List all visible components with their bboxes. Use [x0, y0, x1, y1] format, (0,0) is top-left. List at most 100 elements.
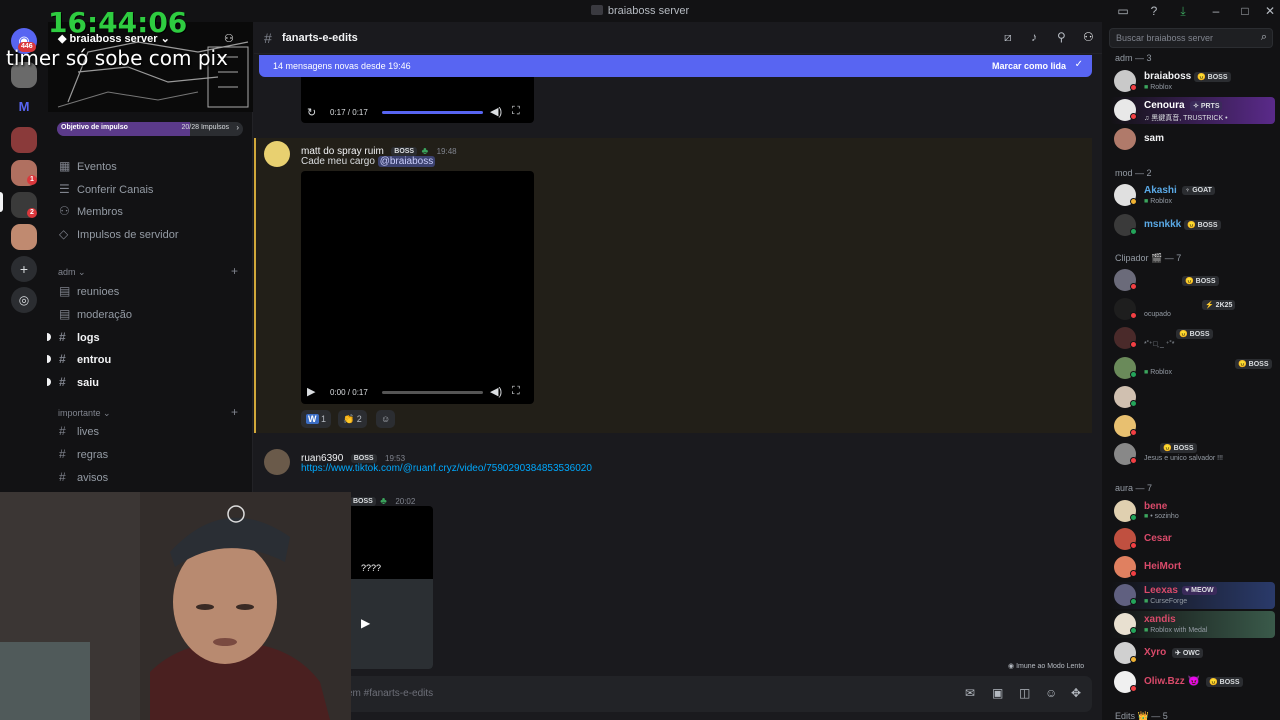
server-icon-m[interactable]: M — [11, 94, 37, 120]
mark-read-button[interactable]: Marcar como lida — [992, 61, 1066, 71]
avatar[interactable] — [264, 141, 290, 167]
video-player[interactable]: ▶ 0:00 / 0:17 ◀) ⛶ — [301, 171, 534, 404]
activity-label: • sozinho — [1150, 513, 1179, 520]
minimize-icon[interactable]: – — [1209, 4, 1223, 18]
title-bar: braiaboss server ▭ ? ⤓ – □ ✕ — [0, 0, 1280, 22]
category-adm[interactable]: adm ⌄ — [58, 267, 86, 278]
inbox-icon[interactable]: ▭ — [1116, 4, 1130, 18]
member-name[interactable]: msnkkk — [1144, 219, 1181, 230]
channel-saiu[interactable]: # saiu — [59, 374, 99, 390]
slowmode-note: ◉ Imune ao Modo Lento — [1008, 662, 1084, 670]
forum-icon: ▤ — [59, 284, 71, 298]
sidebar-item-members[interactable]: ⚇ Membros — [59, 203, 123, 219]
channel-lives[interactable]: # lives — [59, 423, 99, 439]
status-indicator — [1130, 228, 1137, 235]
fullscreen-icon[interactable]: ⛶ — [512, 105, 520, 118]
mention[interactable]: @braiaboss — [377, 156, 436, 167]
threads-icon[interactable]: ⧄ — [1004, 30, 1012, 45]
video-time: 0:00 / 0:17 — [330, 388, 368, 397]
gif-icon[interactable]: ▣ — [992, 686, 1003, 700]
volume-icon[interactable]: ◀) — [490, 105, 502, 118]
role-tag-label: BOSS — [1173, 445, 1194, 452]
play-icon[interactable]: ▶ — [361, 616, 370, 630]
avatar[interactable] — [264, 449, 290, 475]
member-name[interactable]: Leexas — [1144, 585, 1178, 596]
window-title: braiaboss server — [607, 5, 690, 17]
play-icon[interactable]: ▶ — [307, 385, 315, 398]
add-server-icon[interactable]: + — [11, 256, 37, 282]
discover-icon[interactable]: ◎ — [11, 287, 37, 313]
sidebar-item-browse-channels[interactable]: ☰ Conferir Canais — [59, 181, 153, 197]
channel-logs[interactable]: # logs — [59, 329, 100, 345]
message-body: Cade meu cargo — [301, 156, 378, 167]
member-name[interactable]: Oliw.Bzz 😈 — [1144, 676, 1200, 687]
member-name[interactable]: sam — [1144, 133, 1164, 144]
member-name[interactable]: xandis — [1144, 614, 1176, 625]
close-icon[interactable]: ✕ — [1263, 4, 1277, 18]
member-name[interactable]: Xyro — [1144, 647, 1166, 658]
video-progress[interactable] — [382, 111, 483, 114]
member-name[interactable]: braiaboss — [1144, 71, 1191, 82]
message-input[interactable]: em #fanarts-e-edits — [347, 688, 433, 699]
member-name[interactable]: Cenoura — [1144, 100, 1185, 111]
volume-icon[interactable]: ◀) — [490, 385, 502, 398]
help-icon[interactable]: ? — [1147, 4, 1161, 18]
download-icon[interactable]: ⤓ — [1176, 4, 1190, 18]
hash-icon: # — [59, 447, 66, 461]
channel-label: entrou — [77, 354, 112, 366]
channel-reunioes[interactable]: ▤ reunioes — [59, 283, 119, 299]
video-player[interactable]: ↻ 0:17 / 0:17 ◀) ⛶ — [301, 77, 534, 123]
role-tag-label: GOAT — [1192, 187, 1212, 194]
member-name[interactable]: HeiMort — [1144, 561, 1181, 572]
avatar[interactable] — [1114, 128, 1136, 150]
activity-label: Roblox — [1150, 369, 1172, 376]
webcam-feed — [0, 492, 351, 720]
member-group-title: Edits 👑 — 5 — [1115, 711, 1168, 720]
channel-avisos[interactable]: # avisos — [59, 469, 108, 485]
boost-goal-bar[interactable]: Objetivo de impulso 20/28 Impulsos › — [57, 122, 243, 136]
message-composer[interactable]: em #fanarts-e-edits ✉ ▣ ◫ ☺ ✥ — [259, 676, 1092, 712]
hash-icon: # — [59, 424, 66, 438]
replay-icon[interactable]: ↻ — [307, 106, 316, 119]
member-activity: ■ CurseForge — [1144, 598, 1187, 605]
channel-entrou[interactable]: # entrou — [59, 351, 111, 367]
role-tag-label: MEOW — [1191, 587, 1214, 594]
reaction-emoji: W — [306, 414, 319, 424]
status-indicator — [1130, 514, 1137, 521]
gift-icon[interactable]: ✉ — [965, 686, 975, 700]
channel-moderacao[interactable]: ▤ moderação — [59, 306, 132, 322]
member-name[interactable]: bene — [1144, 501, 1167, 512]
bell-icon[interactable]: ♪ — [1031, 30, 1037, 44]
sidebar-item-events[interactable]: ▦ Eventos — [59, 158, 117, 174]
add-channel-icon[interactable]: + — [231, 405, 238, 419]
sidebar-item-boosts[interactable]: ◇ Impulsos de servidor — [59, 226, 179, 242]
status-indicator — [1130, 457, 1137, 464]
pin-icon[interactable]: ⚲ — [1057, 30, 1066, 44]
add-channel-icon[interactable]: + — [231, 264, 238, 278]
sticker-icon[interactable]: ◫ — [1019, 686, 1030, 700]
member-activity: ■ Roblox with Medal — [1144, 627, 1207, 634]
reaction-emoji: 👏 — [343, 414, 355, 424]
add-reaction-icon[interactable]: ☺ — [376, 410, 396, 428]
fullscreen-icon[interactable]: ⛶ — [512, 385, 520, 398]
new-messages-bar[interactable]: 14 mensagens novas desde 19:46 Marcar co… — [259, 55, 1092, 77]
video-progress[interactable] — [382, 391, 483, 394]
member-group-title: mod — 2 — [1115, 168, 1152, 178]
reaction[interactable]: 👏 2 — [338, 410, 367, 428]
reaction[interactable]: W 1 — [301, 410, 332, 428]
member-list-icon[interactable]: ⚇ — [1083, 30, 1094, 44]
search-box[interactable]: Buscar braiaboss server ⌕ — [1109, 28, 1273, 48]
message-link[interactable]: https://www.tiktok.com/@ruanf.cryz/video… — [301, 463, 592, 474]
apps-icon[interactable]: ✥ — [1071, 686, 1081, 700]
server-icon[interactable] — [11, 127, 37, 153]
channel-regras[interactable]: # regras — [59, 446, 108, 462]
emoji-icon[interactable]: ☺ — [1045, 686, 1057, 700]
member-name[interactable]: Cesar — [1144, 533, 1172, 544]
search-input[interactable]: Buscar braiaboss server — [1116, 33, 1213, 43]
server-icon[interactable] — [11, 224, 37, 250]
maximize-icon[interactable]: □ — [1238, 4, 1252, 18]
channel-title: fanarts-e-edits — [282, 32, 358, 44]
invite-people-icon[interactable]: ⚇ — [224, 32, 234, 45]
member-name[interactable]: Akashi — [1144, 185, 1177, 196]
category-importante[interactable]: importante ⌄ — [58, 408, 111, 419]
